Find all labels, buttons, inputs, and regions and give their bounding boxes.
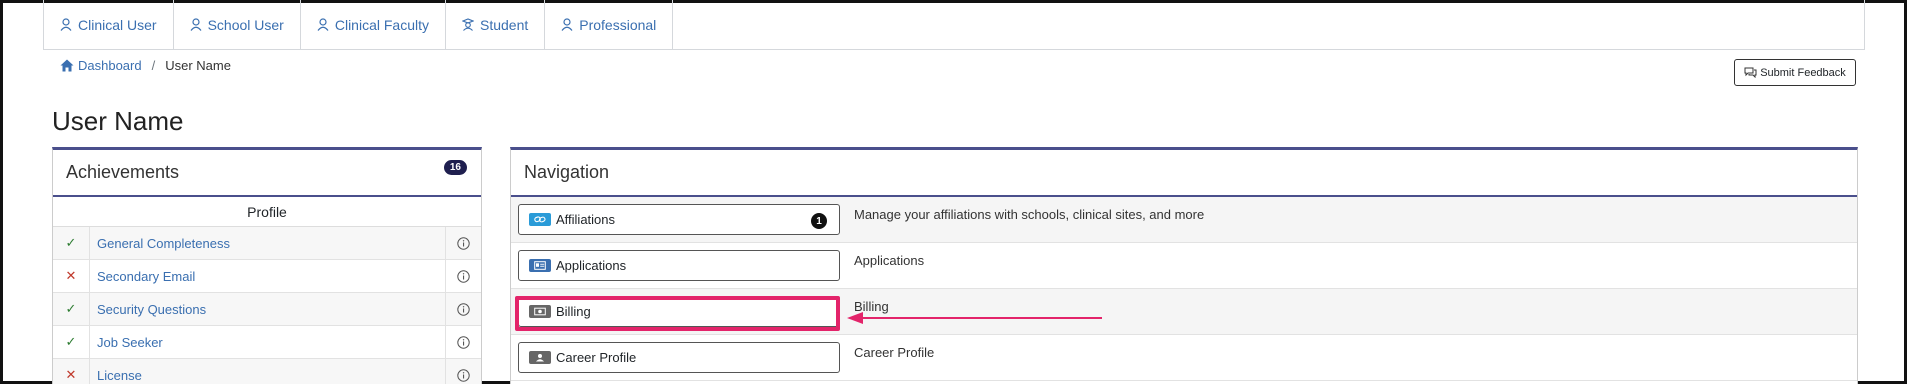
achievement-row: ✕ Secondary Email: [53, 260, 481, 293]
submit-feedback-button[interactable]: Submit Feedback: [1734, 59, 1856, 86]
tab-professional[interactable]: Professional: [545, 0, 674, 49]
affiliations-description: Manage your affiliations with schools, c…: [854, 207, 1205, 222]
person-card-icon: [529, 351, 551, 364]
applications-label: Applications: [556, 258, 627, 273]
tab-school-user[interactable]: School User: [174, 0, 301, 49]
money-icon: [529, 305, 551, 318]
career-profile-description: Career Profile: [854, 345, 935, 360]
home-icon: [60, 59, 74, 72]
achievements-count-badge: 16: [443, 160, 467, 175]
affiliations-count-badge: 1: [811, 213, 827, 229]
check-icon: ✓: [53, 227, 90, 259]
info-icon[interactable]: [445, 227, 481, 259]
id-card-icon: [529, 259, 551, 272]
billing-button[interactable]: Billing: [518, 296, 840, 327]
affiliations-label: Affiliations: [556, 212, 616, 227]
check-icon: ✓: [53, 326, 90, 358]
achievements-title: Achievements: [66, 162, 180, 182]
page-title: User Name: [52, 106, 184, 136]
check-icon: ✓: [53, 293, 90, 325]
breadcrumb-separator: /: [151, 58, 156, 73]
navigation-panel: Navigation Affiliations 1 Manage your af…: [510, 147, 1858, 384]
achievement-link[interactable]: Security Questions: [90, 302, 445, 317]
tab-label: Clinical Faculty: [334, 16, 429, 33]
user-icon: [190, 18, 202, 31]
tab-clinical-user[interactable]: Clinical User: [44, 0, 174, 49]
achievements-header: Achievements 16: [53, 150, 481, 197]
nav-row-billing: Billing Billing: [511, 289, 1857, 335]
tab-label: School User: [207, 16, 284, 33]
user-icon: [60, 18, 72, 31]
link-icon: [529, 213, 551, 226]
tab-clinical-faculty[interactable]: Clinical Faculty: [301, 0, 446, 49]
achievements-subheading: Profile: [53, 197, 481, 227]
tab-label: Student: [479, 16, 529, 33]
applications-button[interactable]: Applications: [518, 250, 840, 281]
breadcrumb-current: User Name: [165, 58, 231, 73]
nav-row-career-profile: Career Profile Career Profile: [511, 335, 1857, 381]
pointer-arrow-icon: [847, 312, 1102, 324]
top-navigation: Clinical User School User Clinical Facul…: [43, 0, 1865, 50]
breadcrumb-dashboard-link[interactable]: Dashboard: [60, 58, 142, 73]
nav-row-affiliations: Affiliations 1 Manage your affiliations …: [511, 197, 1857, 243]
career-profile-button[interactable]: Career Profile: [518, 342, 840, 373]
achievement-link[interactable]: Job Seeker: [90, 335, 445, 350]
cross-icon: ✕: [53, 359, 90, 384]
navigation-header: Navigation: [511, 150, 1857, 197]
breadcrumb: Dashboard / User Name: [60, 58, 231, 73]
achievement-row: ✕ License: [53, 359, 481, 384]
info-icon[interactable]: [445, 326, 481, 358]
tab-student[interactable]: Student: [446, 0, 546, 49]
achievement-row: ✓ General Completeness: [53, 227, 481, 260]
user-icon: [317, 18, 329, 31]
navigation-title: Navigation: [524, 162, 610, 182]
achievement-link[interactable]: License: [90, 368, 445, 383]
achievement-row: ✓ Security Questions: [53, 293, 481, 326]
achievement-link[interactable]: General Completeness: [90, 236, 445, 251]
breadcrumb-home-label: Dashboard: [78, 58, 142, 73]
info-icon[interactable]: [445, 293, 481, 325]
achievements-list: ✓ General Completeness ✕ Secondary Email…: [53, 227, 481, 384]
achievements-panel: Achievements 16 Profile ✓ General Comple…: [52, 147, 482, 384]
nav-row-applications: Applications Applications: [511, 243, 1857, 289]
applications-description: Applications: [854, 253, 925, 268]
submit-feedback-label: Submit Feedback: [1760, 66, 1846, 79]
chat-icon: [1744, 67, 1757, 78]
tab-label: Clinical User: [78, 16, 157, 33]
tab-label: Professional: [579, 16, 657, 33]
achievement-row: ✓ Job Seeker: [53, 326, 481, 359]
achievement-link[interactable]: Secondary Email: [90, 269, 445, 284]
cross-icon: ✕: [53, 260, 90, 292]
affiliations-button[interactable]: Affiliations 1: [518, 204, 840, 235]
career-profile-label: Career Profile: [556, 350, 637, 365]
billing-label: Billing: [556, 304, 591, 319]
student-icon: [461, 18, 474, 31]
info-icon[interactable]: [445, 260, 481, 292]
user-icon: [561, 18, 573, 31]
info-icon[interactable]: [445, 359, 481, 384]
